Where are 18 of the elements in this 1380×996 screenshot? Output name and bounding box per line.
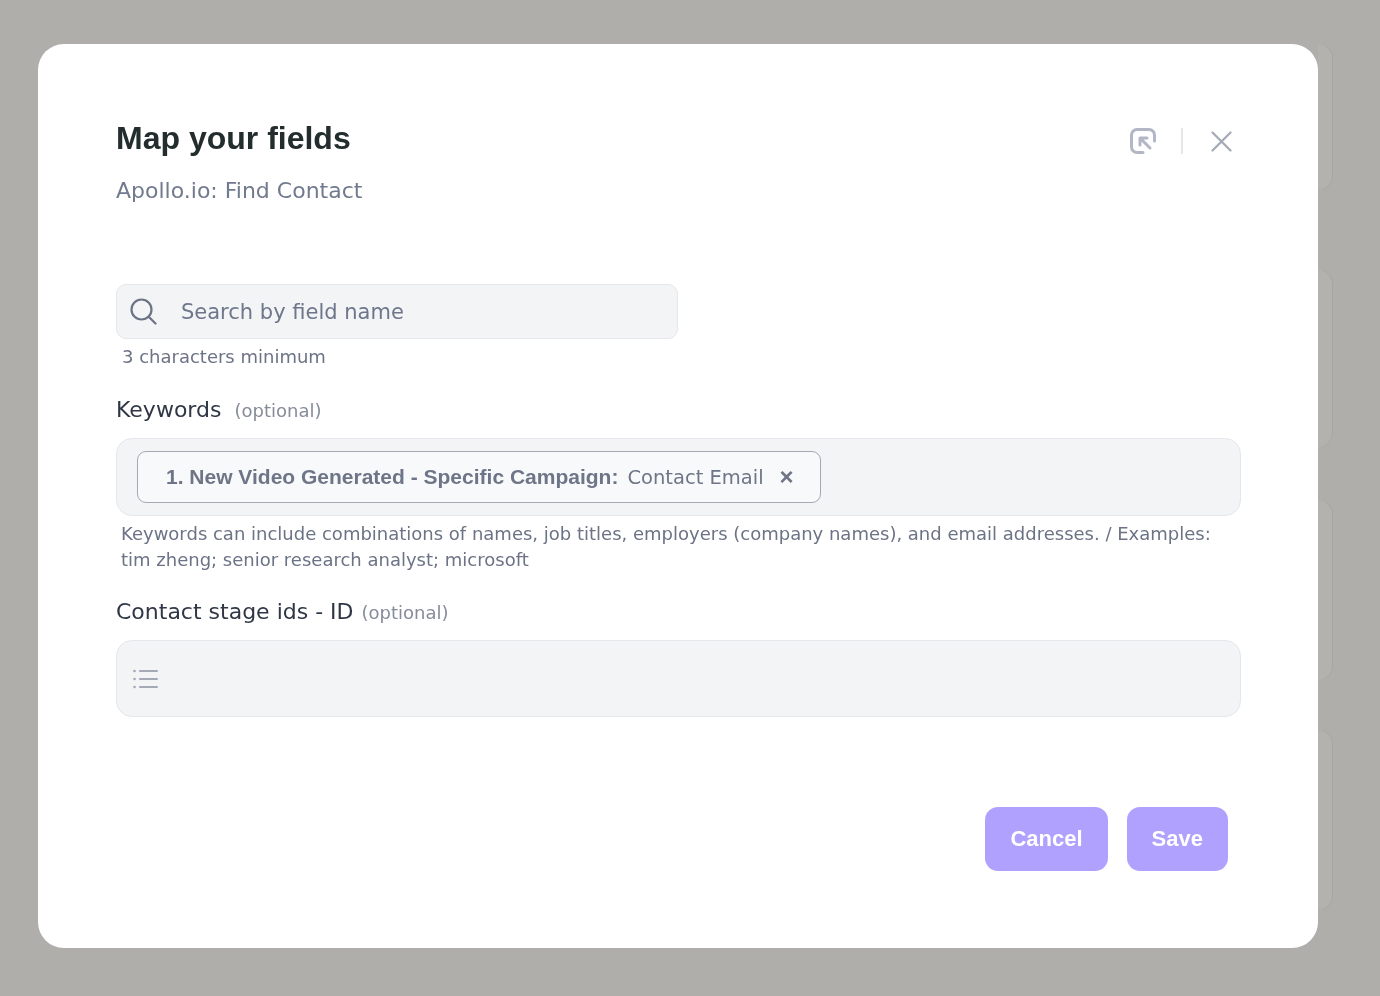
search-hint: 3 characters minimum [122, 346, 326, 368]
tag-source: 1. New Video Generated - Specific Campaign: [166, 465, 619, 489]
close-icon[interactable] [1211, 130, 1232, 152]
dialog-title: Map your fields [116, 119, 351, 157]
tag-value: Contact Email [627, 465, 764, 489]
optional-label: (optional) [234, 400, 322, 421]
list-icon [133, 668, 158, 689]
help-text: Keywords can include combinations of names, job titles, employers (company names), and email addresses. / Examples: tim zheng; senior research analyst; microsoft [121, 522, 1212, 572]
dialog-subtitle: Apollo.io: Find Contact [116, 177, 363, 205]
search-icon [130, 298, 157, 325]
field-label: Contact stage ids - ID [116, 598, 354, 626]
arrow-box-icon[interactable] [1129, 127, 1157, 155]
remove-tag-button[interactable]: × [775, 465, 798, 489]
field-label: Keywords [116, 396, 222, 424]
keywords-field[interactable]: 1. New Video Generated - Specific Campaign: Contact Email × [116, 438, 1241, 516]
optional-label: (optional) [361, 602, 449, 623]
list-field[interactable] [116, 640, 1241, 717]
search-field[interactable]: Search by field name [116, 284, 678, 339]
